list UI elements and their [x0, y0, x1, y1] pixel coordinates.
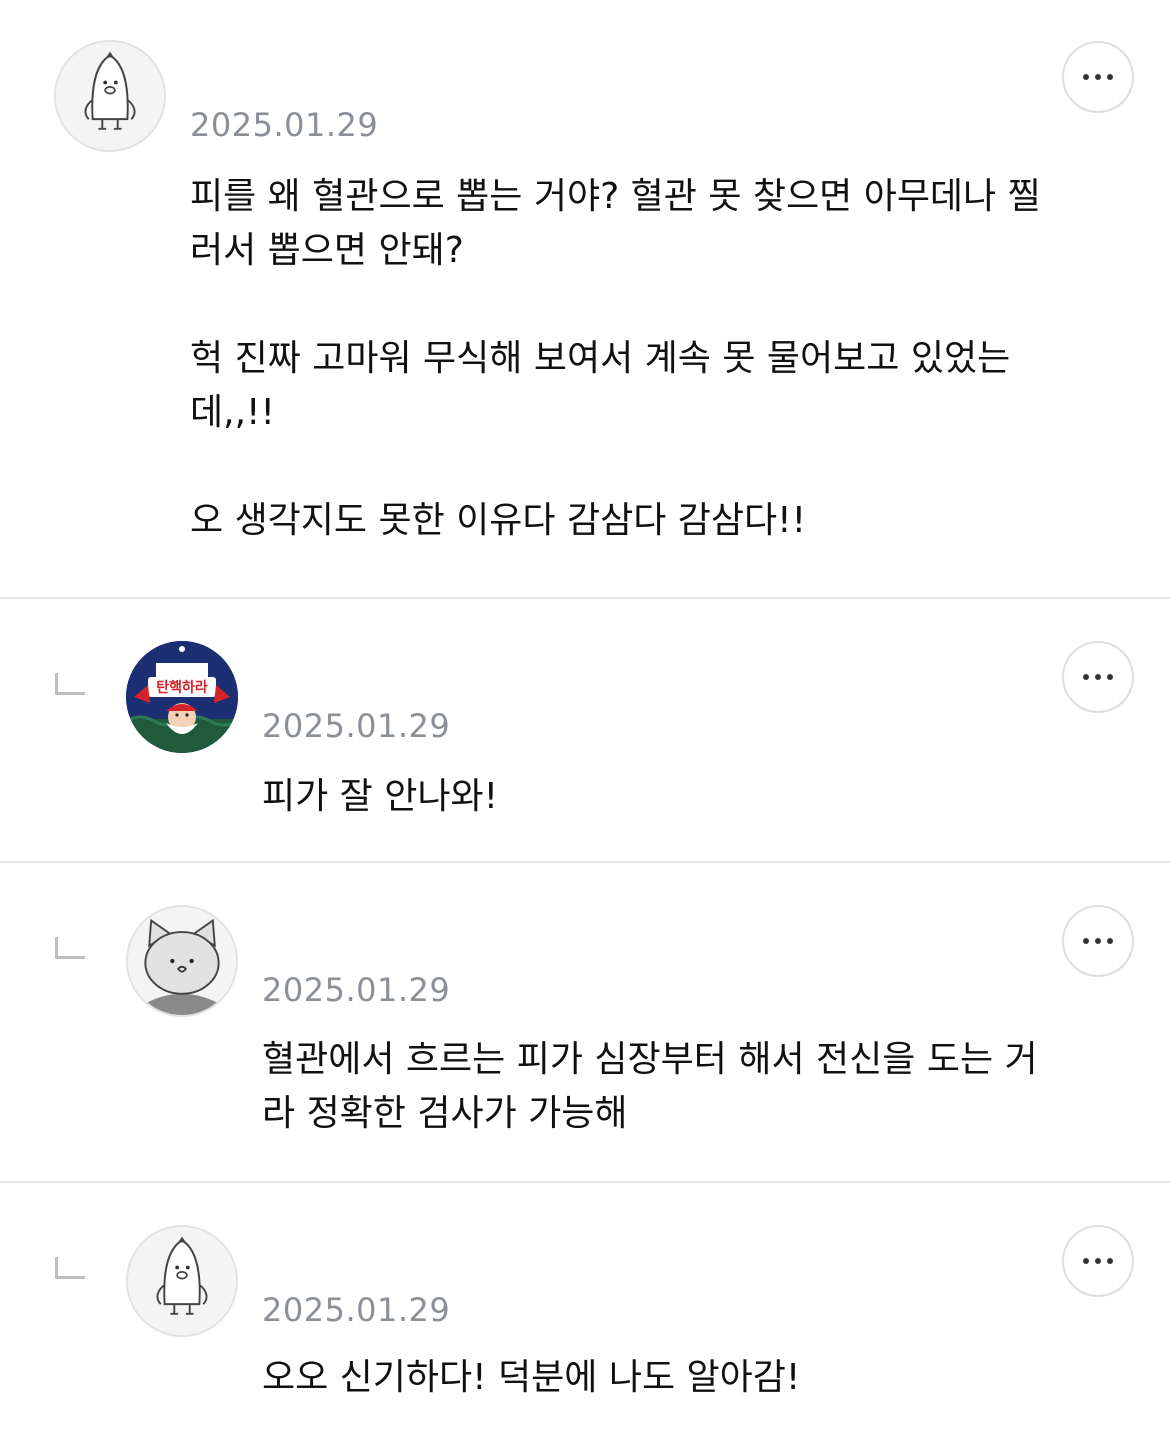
more-options-button[interactable] — [1062, 1225, 1134, 1297]
more-dot — [1107, 74, 1113, 80]
more-dot — [1107, 938, 1113, 944]
more-options-button[interactable] — [1062, 905, 1134, 977]
comment-date: 2025.01.29 — [262, 1291, 451, 1329]
more-options-button[interactable] — [1062, 41, 1134, 113]
more-dot — [1107, 674, 1113, 680]
reply-comment-item: 탄핵하라 2025.01.29 피가 잘 안나와! — [0, 599, 1170, 863]
more-dot — [1095, 674, 1101, 680]
comment-text: 오오 신기하다! 덕분에 나도 알아감! — [262, 1357, 801, 1398]
more-dot — [1107, 1258, 1113, 1264]
more-horizontal-icon — [1083, 1258, 1089, 1264]
reply-indicator-icon — [55, 937, 85, 959]
cat-avatar[interactable] — [126, 905, 238, 1017]
comment-text: 피를 왜 혈관으로 뽑는 거야? 혈관 못 찾으면 아무데나 찔 러서 뽑으면 … — [190, 176, 1041, 541]
penguin-icon — [128, 1227, 236, 1335]
comment-date: 2025.01.29 — [262, 971, 451, 1009]
comment-item: 2025.01.29 피를 왜 혈관으로 뽑는 거야? 혈관 못 찾으면 아무데… — [0, 0, 1170, 599]
reply-comment-item: 2025.01.29 오오 신기하다! 덕분에 나도 알아감! — [0, 1183, 1170, 1432]
more-horizontal-icon — [1083, 674, 1089, 680]
more-horizontal-icon — [1083, 938, 1089, 944]
penguin-icon — [56, 42, 164, 150]
comment-text: 혈관에서 흐르는 피가 심장부터 해서 전신을 도는 거 라 정확한 검사가 가… — [262, 1039, 1038, 1134]
reply-comment-item: 2025.01.29 혈관에서 흐르는 피가 심장부터 해서 전신을 도는 거 … — [0, 863, 1170, 1183]
more-horizontal-icon — [1083, 74, 1089, 80]
santa-avatar[interactable]: 탄핵하라 — [126, 641, 238, 753]
comment-date: 2025.01.29 — [262, 707, 451, 745]
cat-icon — [128, 907, 236, 1015]
reply-indicator-icon — [55, 673, 85, 695]
more-options-button[interactable] — [1062, 641, 1134, 713]
svg-text:탄핵하라: 탄핵하라 — [156, 679, 208, 696]
penguin-avatar[interactable] — [54, 40, 166, 152]
more-dot — [1095, 74, 1101, 80]
comment-text: 피가 잘 안나와! — [262, 776, 499, 817]
comment-date: 2025.01.29 — [190, 106, 379, 144]
penguin-avatar[interactable] — [126, 1225, 238, 1337]
more-dot — [1095, 1258, 1101, 1264]
santa-icon: 탄핵하라 — [126, 641, 238, 753]
reply-indicator-icon — [55, 1257, 85, 1279]
more-dot — [1095, 938, 1101, 944]
